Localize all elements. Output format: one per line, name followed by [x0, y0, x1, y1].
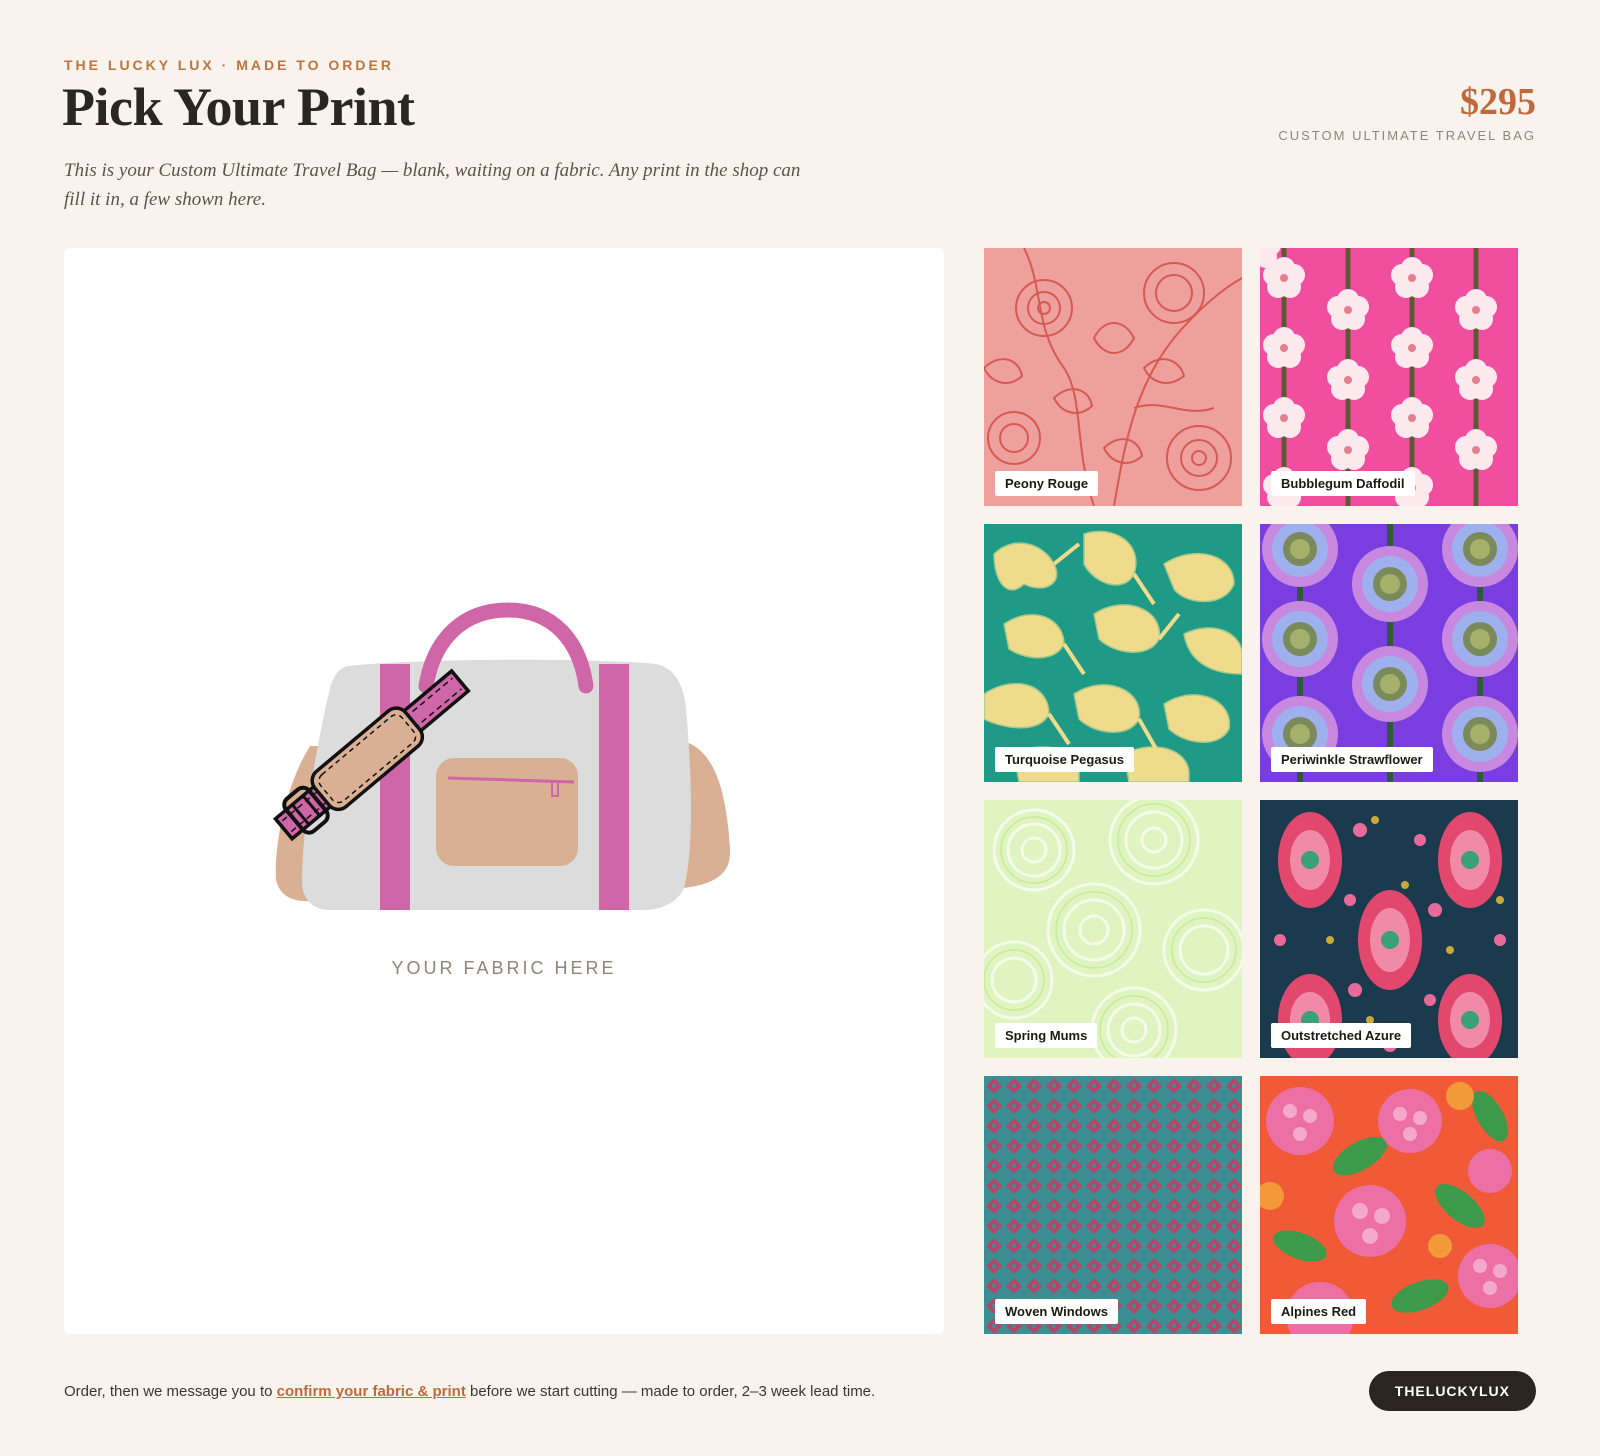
brand-eyebrow: THE LUCKY LUX · MADE TO ORDER — [64, 57, 394, 73]
print-label: Turquoise Pegasus — [995, 747, 1134, 772]
bag-pocket — [436, 758, 578, 866]
bubblegum-daffodil-swatch — [1260, 248, 1518, 506]
fabric-placeholder-label: YOUR FABRIC HERE — [391, 958, 617, 978]
print-tile-turquoise-pegasus[interactable]: Turquoise Pegasus — [984, 524, 1242, 782]
price-amount: $295 — [1460, 81, 1536, 123]
bag-strap-right — [599, 664, 629, 910]
confirm-fabric-link[interactable]: confirm your fabric & print — [277, 1383, 466, 1400]
print-label: Outstretched Azure — [1271, 1023, 1412, 1048]
spring-mums-swatch — [984, 800, 1242, 1058]
print-tile-outstretched-azure[interactable]: Outstretched Azure — [1260, 800, 1518, 1058]
print-label: Alpines Red — [1271, 1299, 1367, 1324]
print-label: Peony Rouge — [995, 471, 1099, 496]
page-subtitle: This is your Custom Ultimate Travel Bag … — [64, 160, 801, 210]
price-box: $295 CUSTOM ULTIMATE TRAVEL BAG — [1278, 80, 1536, 143]
shop-handle-button[interactable]: THELUCKYLUX — [1368, 1371, 1536, 1411]
print-label: Periwinkle Strawflower — [1271, 747, 1433, 772]
travel-bag-illustration — [272, 602, 731, 910]
bag-strap-left — [380, 664, 410, 910]
print-tile-bubblegum-daffodil[interactable]: Bubblegum Daffodil — [1260, 248, 1518, 506]
print-tile-periwinkle-strawflower[interactable]: Periwinkle Strawflower — [1260, 524, 1518, 782]
bag-preview-canvas: YOUR FABRIC HERE — [64, 248, 944, 1334]
print-label: Woven Windows — [995, 1299, 1118, 1324]
alpines-red-swatch — [1260, 1076, 1518, 1334]
print-tile-alpines-red[interactable]: Alpines Red — [1260, 1076, 1518, 1334]
print-label: Bubblegum Daffodil — [1271, 471, 1415, 496]
footer-text-after: before we start cutting — made to order,… — [465, 1383, 876, 1400]
price-label: CUSTOM ULTIMATE TRAVEL BAG — [1278, 128, 1536, 143]
outstretched-azure-swatch — [1260, 800, 1518, 1058]
woven-windows-swatch — [984, 1076, 1242, 1334]
peony-rouge-swatch — [984, 248, 1242, 506]
footer-note: Order, then we message you to confirm yo… — [64, 1383, 875, 1400]
print-label: Spring Mums — [995, 1023, 1098, 1048]
print-tile-woven-windows[interactable]: Woven Windows — [984, 1076, 1242, 1334]
print-tile-spring-mums[interactable]: Spring Mums — [984, 800, 1242, 1058]
page-title: Pick Your Print — [62, 77, 415, 137]
print-tile-peony-rouge[interactable]: Peony Rouge — [984, 248, 1242, 506]
footer-text-before: Order, then we message you to — [64, 1383, 277, 1400]
periwinkle-strawflower-swatch — [1260, 524, 1518, 782]
turquoise-pegasus-swatch — [984, 524, 1242, 782]
